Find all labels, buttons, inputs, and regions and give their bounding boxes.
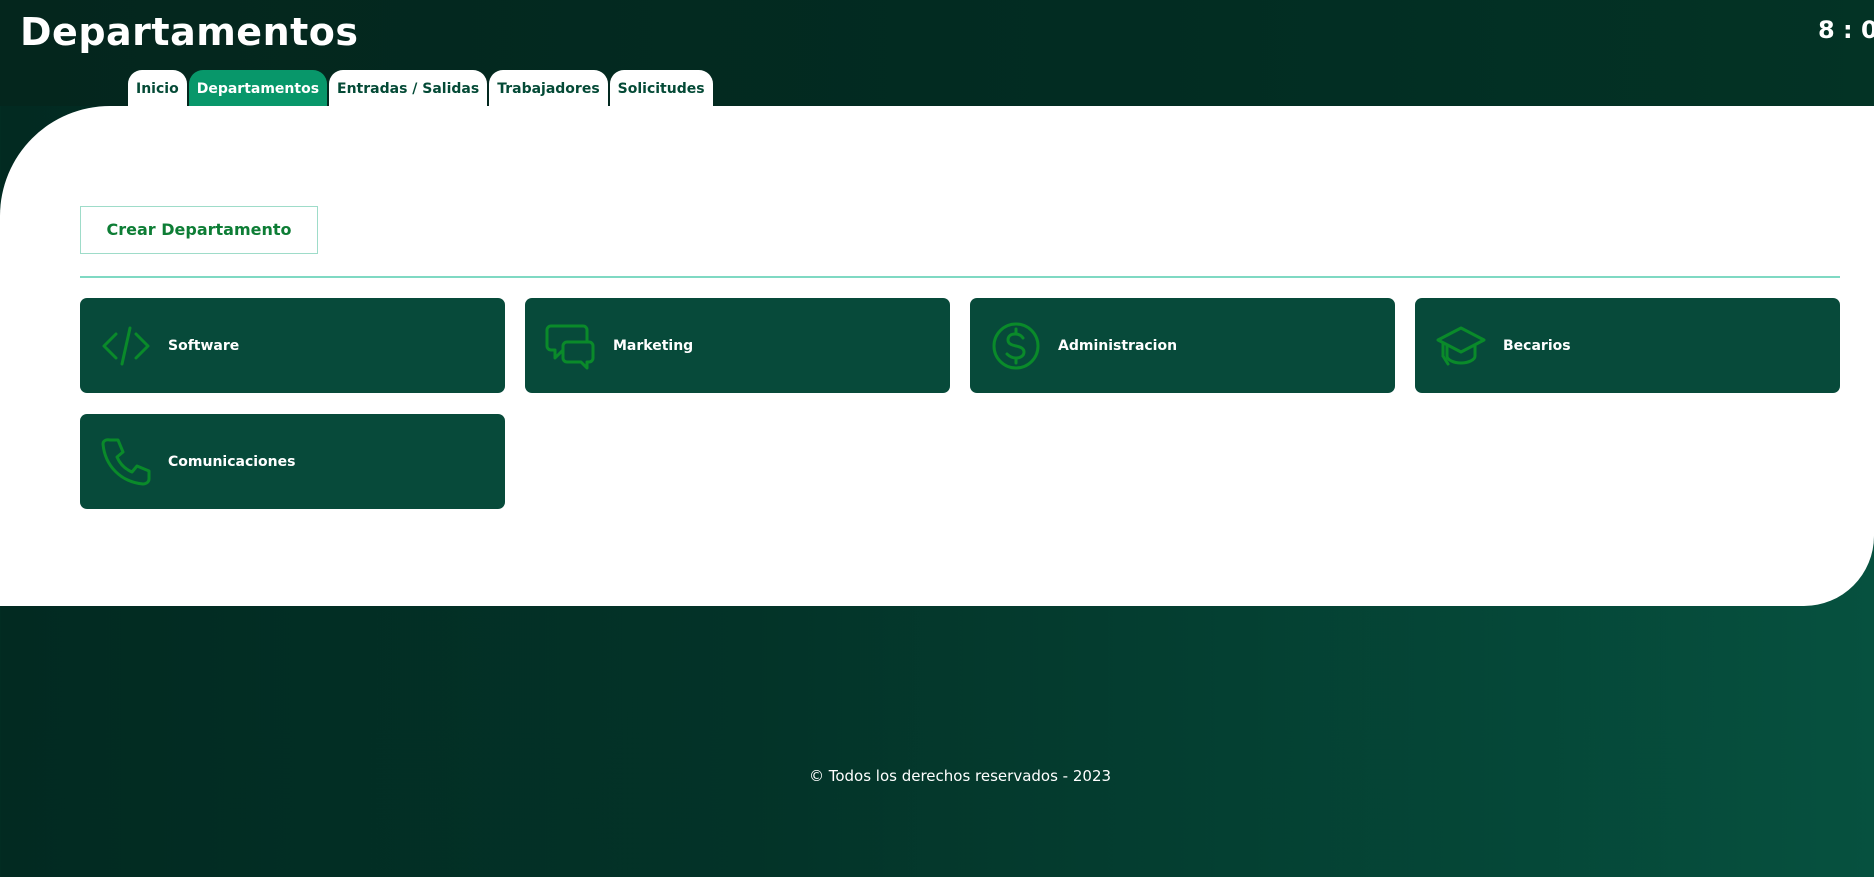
tab-solicitudes[interactable]: Solicitudes (609, 70, 713, 106)
department-card-software[interactable]: Software (80, 298, 505, 393)
dollar-circle-icon (990, 320, 1042, 372)
phone-icon (100, 436, 152, 488)
department-card-comunicaciones[interactable]: Comunicaciones (80, 414, 505, 509)
code-icon (100, 320, 152, 372)
divider (80, 276, 1840, 278)
department-label: Administracion (1058, 337, 1178, 354)
department-grid: Software Marketing Administracion Becari… (80, 298, 1840, 509)
department-card-becarios[interactable]: Becarios (1415, 298, 1840, 393)
tab-entradas-salidas[interactable]: Entradas / Salidas (329, 70, 488, 106)
department-label: Marketing (613, 337, 694, 354)
clock: 8 : 06 (1818, 16, 1874, 44)
department-label: Comunicaciones (168, 453, 296, 470)
department-card-marketing[interactable]: Marketing (525, 298, 950, 393)
nav-tabs: Inicio Departamentos Entradas / Salidas … (128, 70, 713, 106)
main-panel: Crear Departamento Software Marketing Ad… (0, 106, 1874, 606)
tab-inicio[interactable]: Inicio (128, 70, 187, 106)
department-label: Software (168, 337, 240, 354)
tab-trabajadores[interactable]: Trabajadores (489, 70, 608, 106)
department-card-administracion[interactable]: Administracion (970, 298, 1395, 393)
page-title: Departamentos (20, 10, 359, 54)
tab-departamentos[interactable]: Departamentos (188, 70, 328, 106)
create-department-button[interactable]: Crear Departamento (80, 206, 318, 254)
footer-copyright: © Todos los derechos reservados - 2023 (808, 767, 1112, 785)
department-label: Becarios (1503, 337, 1571, 354)
graduation-cap-icon (1435, 320, 1487, 372)
chat-bubbles-icon (545, 320, 597, 372)
